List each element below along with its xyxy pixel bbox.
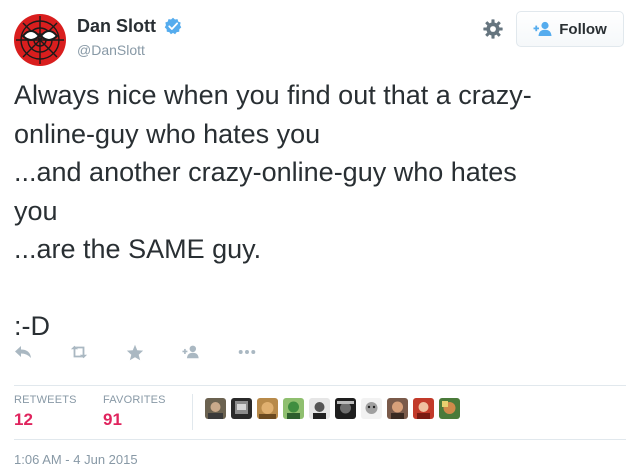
follow-button-label: Follow bbox=[559, 20, 607, 38]
favoriter-avatar[interactable] bbox=[361, 398, 382, 419]
reply-icon[interactable] bbox=[14, 344, 32, 360]
favorited-by-avatars bbox=[205, 398, 460, 419]
add-user-icon bbox=[533, 21, 552, 36]
author-avatar[interactable] bbox=[14, 14, 66, 66]
favoriter-avatar[interactable] bbox=[309, 398, 330, 419]
favoriter-avatar[interactable] bbox=[257, 398, 278, 419]
retweets-label: RETWEETS bbox=[14, 394, 77, 406]
favoriter-avatar[interactable] bbox=[205, 398, 226, 419]
favoriter-avatar[interactable] bbox=[439, 398, 460, 419]
gear-icon[interactable] bbox=[482, 18, 504, 40]
tweet-actions bbox=[14, 344, 294, 360]
follow-action-icon[interactable] bbox=[182, 344, 200, 360]
author-handle[interactable]: @DanSlott bbox=[77, 42, 145, 58]
favoriter-avatar[interactable] bbox=[335, 398, 356, 419]
more-icon[interactable] bbox=[238, 344, 256, 360]
favoriter-avatar[interactable] bbox=[231, 398, 252, 419]
favorites-count[interactable]: 91 bbox=[103, 410, 122, 430]
tweet-text: Always nice when you find out that a cra… bbox=[14, 80, 532, 341]
favoriter-avatar[interactable] bbox=[387, 398, 408, 419]
favoriter-avatar[interactable] bbox=[283, 398, 304, 419]
favoriter-avatar[interactable] bbox=[413, 398, 434, 419]
stats-separator bbox=[192, 394, 193, 430]
tweet-timestamp[interactable]: 1:06 AM - 4 Jun 2015 bbox=[14, 452, 138, 467]
favorites-label: FAVORITES bbox=[103, 394, 166, 406]
star-icon[interactable] bbox=[126, 344, 144, 360]
author-name[interactable]: Dan Slott bbox=[77, 16, 156, 37]
verified-badge-icon bbox=[164, 17, 182, 35]
retweet-icon[interactable] bbox=[70, 344, 88, 360]
stats-bottom-divider bbox=[14, 439, 626, 440]
stats-top-divider bbox=[14, 385, 626, 386]
follow-button[interactable]: Follow bbox=[516, 11, 624, 47]
retweets-count[interactable]: 12 bbox=[14, 410, 33, 430]
